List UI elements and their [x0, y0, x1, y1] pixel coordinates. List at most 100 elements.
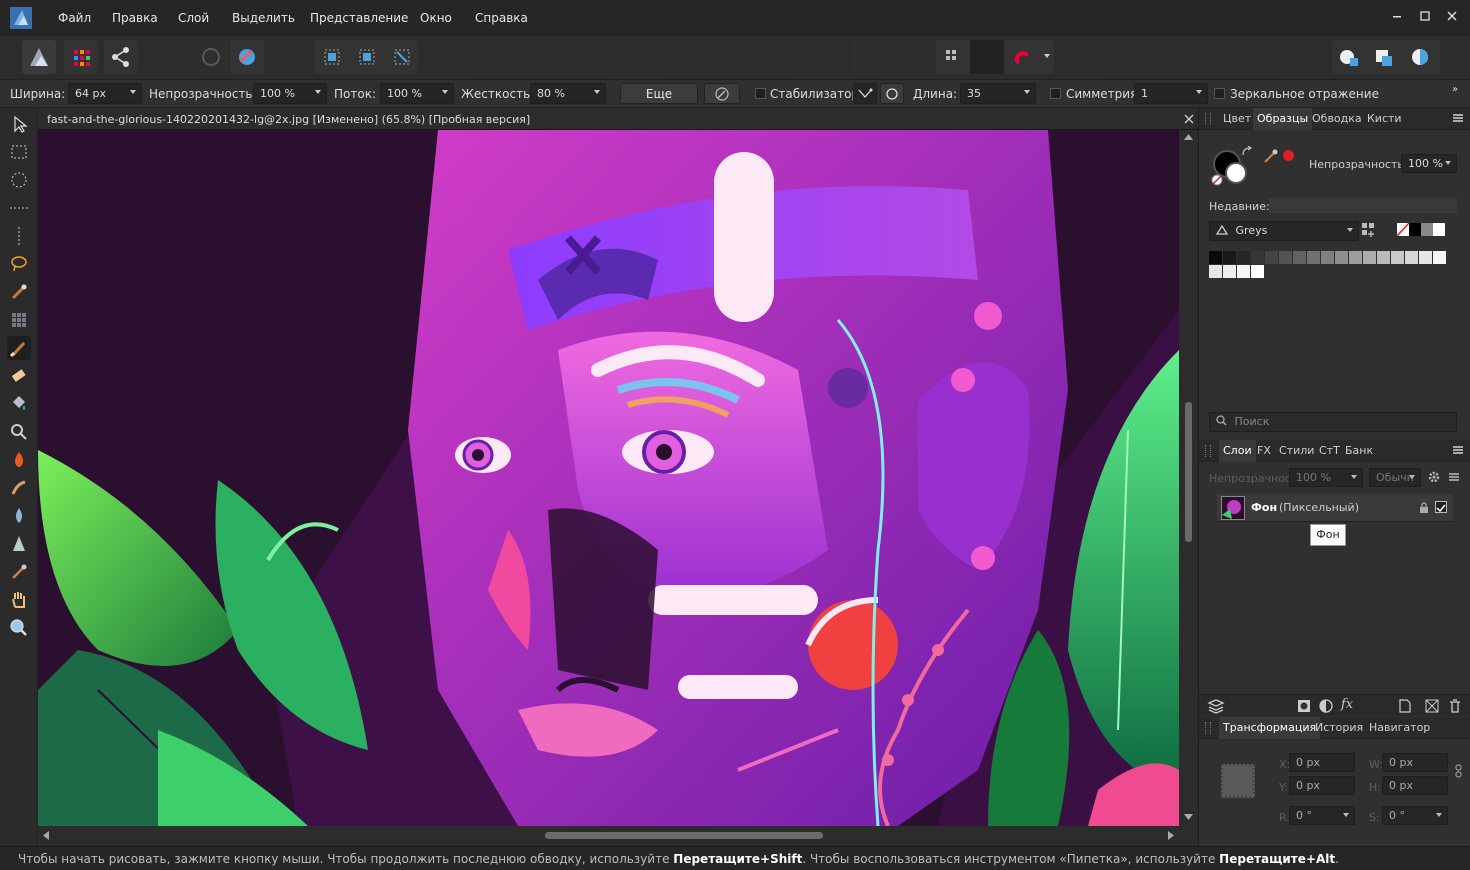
scroll-right-icon[interactable] — [1168, 831, 1174, 840]
layer-settings-gear-icon[interactable] — [1427, 470, 1441, 484]
select-all-icon[interactable] — [317, 43, 347, 71]
tab-text-styles[interactable]: СтТ — [1319, 444, 1340, 457]
menu-edit[interactable]: Правка — [112, 11, 158, 25]
swatch-search-field[interactable]: Поиск — [1209, 412, 1457, 432]
grey-swatch[interactable] — [1377, 251, 1390, 264]
more-button[interactable]: Еще — [620, 83, 698, 104]
length-field[interactable]: 35 — [960, 83, 1036, 104]
grey-swatch[interactable] — [1405, 251, 1418, 264]
panel-menu-icon[interactable] — [1453, 446, 1463, 454]
blend-mode-dropdown[interactable]: Обычн — [1369, 468, 1421, 487]
photo-persona-button[interactable] — [22, 40, 56, 74]
layer-opacity-field[interactable]: 100 % — [1289, 468, 1363, 487]
zoom-tool-icon[interactable] — [7, 616, 31, 640]
hand-tool-icon[interactable] — [7, 588, 31, 612]
context-overflow-icon[interactable]: » — [1452, 84, 1458, 95]
freehand-selection-icon[interactable] — [7, 252, 31, 276]
layer-lock-icon[interactable] — [1419, 502, 1429, 514]
close-document-icon[interactable] — [1184, 114, 1194, 124]
symmetry-checkbox[interactable] — [1050, 88, 1061, 99]
selection-brush-icon[interactable] — [7, 280, 31, 304]
no-color-icon[interactable] — [1211, 174, 1223, 186]
grey-swatch[interactable] — [1237, 265, 1250, 278]
grey-swatch[interactable] — [1223, 251, 1236, 264]
document-canvas[interactable] — [38, 130, 1179, 826]
grey-swatch[interactable] — [1419, 251, 1432, 264]
tab-brushes[interactable]: Кисти — [1367, 112, 1402, 125]
grey-swatch[interactable] — [1209, 251, 1222, 264]
grey-swatch[interactable] — [1251, 251, 1264, 264]
deselect-icon[interactable] — [352, 43, 382, 71]
grey-swatch[interactable] — [1279, 251, 1292, 264]
stabilizer-checkbox[interactable] — [755, 88, 766, 99]
grey-swatch[interactable] — [1209, 265, 1222, 278]
swap-colors-icon[interactable] — [1241, 146, 1253, 158]
liquify-persona-button[interactable] — [64, 40, 98, 74]
tab-styles[interactable]: Стили — [1279, 444, 1314, 457]
snapping-dropdown-icon[interactable] — [1044, 54, 1050, 58]
magnet-snapping-icon[interactable] — [1010, 46, 1032, 68]
close-icon[interactable] — [1445, 9, 1459, 23]
symmetry-count-field[interactable]: 1 — [1134, 83, 1208, 104]
flood-select-icon[interactable] — [7, 308, 31, 332]
rotation-field[interactable]: 0 ° — [1289, 806, 1355, 825]
delete-layer-icon[interactable] — [1449, 699, 1461, 713]
vertical-scroll-thumb[interactable] — [1185, 402, 1192, 542]
swatch-opacity-field[interactable]: 100 % — [1401, 154, 1457, 173]
shear-field[interactable]: 0 ° — [1382, 806, 1448, 825]
pixel-snap-icon[interactable] — [970, 40, 1004, 74]
panel-grip-icon[interactable] — [1205, 113, 1211, 125]
panel-grip-icon[interactable] — [1205, 445, 1211, 457]
eraser-tool-icon[interactable] — [7, 364, 31, 388]
panel-grip-icon[interactable] — [1205, 722, 1211, 734]
flood-fill-icon[interactable] — [7, 392, 31, 416]
quick-mask-icon[interactable] — [1336, 46, 1362, 68]
horizontal-scrollbar[interactable] — [38, 826, 1198, 846]
tab-fx[interactable]: FX — [1257, 444, 1271, 457]
picked-color-swatch[interactable] — [1283, 150, 1294, 161]
grey-swatch[interactable] — [1433, 251, 1446, 264]
y-field[interactable]: 0 px — [1289, 776, 1355, 795]
tab-history[interactable]: История — [1315, 721, 1363, 734]
hardness-field[interactable]: 80 % — [530, 83, 606, 104]
tab-color[interactable]: Цвет — [1223, 112, 1251, 125]
menu-select[interactable]: Выделить — [232, 11, 295, 25]
tab-layers[interactable]: Слои — [1219, 440, 1256, 462]
flow-field[interactable]: 100 % — [380, 83, 454, 104]
sharpen-tool-icon[interactable] — [7, 532, 31, 556]
w-field[interactable]: 0 px — [1382, 753, 1448, 772]
greys-swatch-grid[interactable] — [1209, 251, 1449, 279]
row-marquee-icon[interactable] — [7, 196, 31, 220]
group-layers-icon[interactable] — [1425, 699, 1439, 713]
window-mode-icon[interactable] — [880, 83, 904, 104]
export-persona-button[interactable] — [104, 40, 138, 74]
layer-options-menu-icon[interactable] — [1447, 470, 1461, 484]
grey-swatch[interactable] — [1363, 251, 1376, 264]
add-mask-icon[interactable] — [1297, 699, 1311, 713]
x-field[interactable]: 0 px — [1289, 753, 1355, 772]
maximize-icon[interactable] — [1418, 9, 1432, 23]
width-field[interactable]: 64 px — [68, 83, 142, 104]
layer-row-background[interactable]: Фон (Пиксельный) — [1217, 494, 1453, 522]
rope-mode-icon[interactable] — [853, 83, 877, 104]
grey-swatch[interactable] — [1265, 251, 1278, 264]
menu-layer[interactable]: Слой — [178, 11, 209, 25]
recent-colors-strip[interactable] — [1269, 198, 1457, 213]
layers-stack-icon[interactable] — [1207, 698, 1225, 714]
scroll-down-icon[interactable] — [1184, 814, 1193, 820]
grey-swatch[interactable] — [1307, 251, 1320, 264]
tab-stock[interactable]: Банк — [1345, 444, 1373, 457]
grey-swatch[interactable] — [1251, 265, 1264, 278]
fx-icon[interactable]: fx — [1341, 697, 1353, 712]
tab-navigator[interactable]: Навигатор — [1369, 721, 1430, 734]
scroll-left-icon[interactable] — [43, 831, 49, 840]
panel-menu-icon[interactable] — [1453, 114, 1463, 122]
color-picker-icon[interactable] — [7, 560, 31, 584]
refine-selection-icon[interactable] — [1372, 46, 1398, 68]
grey-swatch[interactable] — [1237, 251, 1250, 264]
burn-tool-icon[interactable] — [7, 448, 31, 472]
minimize-icon[interactable] — [1390, 9, 1404, 23]
new-layer-icon[interactable] — [1399, 699, 1411, 713]
link-proportions-icon[interactable] — [1455, 764, 1463, 778]
palette-dropdown[interactable]: Greys — [1209, 221, 1359, 241]
